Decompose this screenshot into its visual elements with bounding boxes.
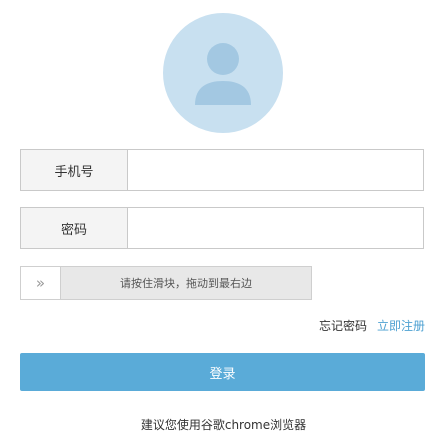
password-field: 密码: [20, 207, 424, 249]
login-page: 手机号 密码 » 请按住滑块，拖动到最右边 忘记密码 立即注册 登录 建议您使用…: [0, 0, 447, 443]
phone-field: 手机号: [20, 149, 424, 191]
slider-hint: 请按住滑块，拖动到最右边: [120, 277, 252, 290]
password-input[interactable]: [129, 208, 423, 248]
double-chevron-right-icon[interactable]: »: [21, 267, 61, 299]
phone-label: 手机号: [21, 150, 128, 190]
browser-tip: 建议您使用谷歌chrome浏览器: [140, 418, 307, 432]
password-label: 密码: [21, 208, 128, 248]
login-button[interactable]: 登录: [20, 353, 425, 391]
account-links: 忘记密码 立即注册: [319, 317, 425, 334]
avatar: [163, 13, 283, 133]
register-link[interactable]: 立即注册: [377, 317, 425, 334]
user-icon: [195, 43, 251, 105]
slider-captcha: » 请按住滑块，拖动到最右边: [20, 266, 312, 300]
forgot-password-link[interactable]: 忘记密码: [319, 317, 367, 334]
phone-input[interactable]: [129, 150, 423, 190]
